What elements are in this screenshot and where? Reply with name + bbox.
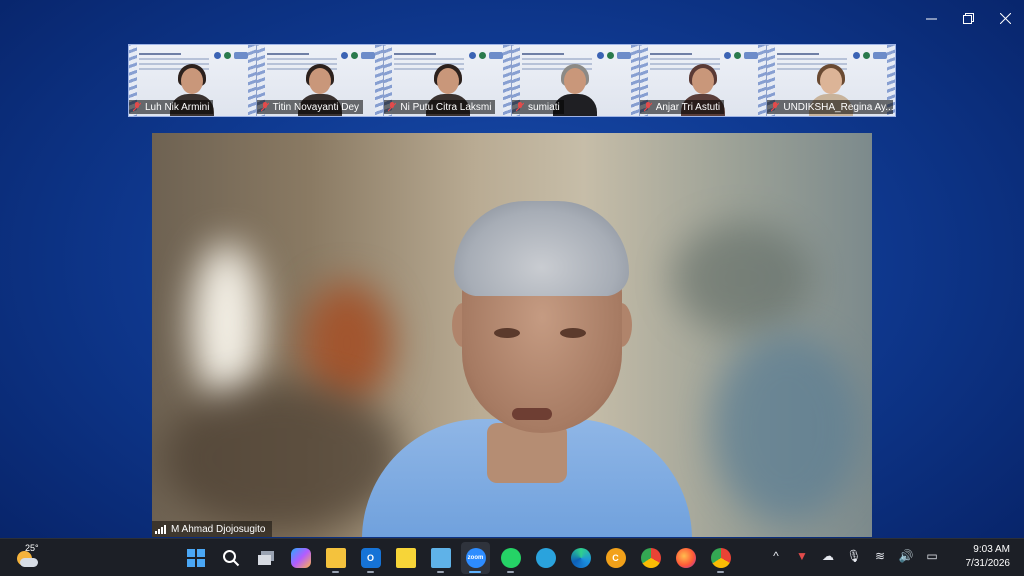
participant-tile[interactable]: Anjar Tri Astuti bbox=[639, 45, 768, 116]
battery-icon[interactable]: ▭ bbox=[924, 549, 940, 563]
start-button[interactable] bbox=[181, 542, 210, 574]
chrome-profile-button[interactable] bbox=[706, 542, 735, 574]
wifi-icon[interactable]: ≋ bbox=[872, 549, 888, 563]
cloud-icon bbox=[20, 558, 38, 567]
speaker-label: M Ahmad Djojosugito bbox=[152, 521, 272, 537]
search-button[interactable] bbox=[216, 542, 245, 574]
microphone-icon[interactable]: 🎙 bbox=[846, 549, 862, 563]
muted-mic-icon bbox=[516, 102, 525, 112]
muted-mic-icon bbox=[260, 102, 269, 112]
system-tray: ^ ▼ ☁ 🎙 ≋ 🔊 ▭ bbox=[768, 549, 940, 563]
background-blur bbox=[712, 333, 862, 523]
sticky-notes-button[interactable] bbox=[391, 542, 420, 574]
participant-strip: Luh Nik Armini Titin Novayanti Dey Ni Pu… bbox=[128, 44, 896, 117]
clock[interactable]: 9:03 AM 7/31/2026 bbox=[966, 543, 1011, 571]
muted-mic-icon bbox=[771, 102, 780, 112]
sticky-notes-icon bbox=[395, 548, 416, 568]
clock-time: 9:03 AM bbox=[973, 544, 1010, 555]
participant-tile[interactable]: Luh Nik Armini bbox=[129, 45, 257, 116]
minimize-button[interactable] bbox=[913, 0, 950, 36]
weather-temp: 25° bbox=[25, 543, 39, 553]
firefox-icon bbox=[675, 548, 696, 568]
participant-name: Luh Nik Armini bbox=[145, 101, 210, 113]
telegram-button[interactable] bbox=[531, 542, 560, 574]
background-blur bbox=[192, 243, 262, 403]
participant-name: sumiati bbox=[528, 101, 560, 113]
event-logos bbox=[724, 52, 759, 59]
close-button[interactable] bbox=[987, 0, 1024, 36]
chrome-button[interactable] bbox=[636, 542, 665, 574]
restore-icon bbox=[963, 12, 974, 24]
task-view-button[interactable] bbox=[251, 542, 280, 574]
participant-name: Titin Novayanti Dey bbox=[272, 101, 359, 113]
copilot-button[interactable] bbox=[286, 542, 315, 574]
clock-date: 7/31/2026 bbox=[965, 558, 1011, 569]
participant-label: sumiati bbox=[512, 100, 564, 114]
file-explorer-icon bbox=[325, 548, 346, 568]
antivirus-icon[interactable]: ▼ bbox=[794, 549, 810, 563]
task-view-icon bbox=[257, 551, 274, 565]
outlook-button[interactable]: O bbox=[356, 542, 385, 574]
weather-widget[interactable]: 25° bbox=[14, 543, 40, 571]
participant-tile[interactable]: Ni Putu Citra Laksmi bbox=[384, 45, 513, 116]
edge-button[interactable] bbox=[566, 542, 595, 574]
file-explorer-button[interactable] bbox=[321, 542, 350, 574]
volume-icon[interactable]: 🔊 bbox=[898, 549, 914, 563]
minimize-icon bbox=[926, 18, 937, 19]
outlook-icon: O bbox=[360, 548, 381, 568]
muted-mic-icon bbox=[388, 102, 397, 112]
participant-name: Ni Putu Citra Laksmi bbox=[400, 101, 492, 113]
zoom-icon: zoom bbox=[465, 548, 486, 568]
participant-tile[interactable]: sumiati bbox=[512, 45, 640, 116]
notepad-icon bbox=[430, 548, 451, 568]
firefox-button[interactable] bbox=[671, 542, 700, 574]
zoom-button[interactable]: zoom bbox=[461, 542, 490, 574]
participant-label: Anjar Tri Astuti bbox=[639, 100, 725, 114]
search-icon bbox=[222, 550, 239, 567]
participant-name: UNDIKSHA_Regina Ay... bbox=[783, 101, 894, 113]
background-blur bbox=[672, 223, 812, 333]
event-logos bbox=[853, 52, 888, 59]
muted-mic-icon bbox=[643, 102, 652, 112]
signal-bars-icon bbox=[155, 524, 166, 534]
window-controls bbox=[913, 0, 1024, 36]
active-speaker-video[interactable]: M Ahmad Djojosugito bbox=[152, 133, 872, 537]
notepad-button[interactable] bbox=[426, 542, 455, 574]
participant-tile[interactable]: Titin Novayanti Dey bbox=[256, 45, 385, 116]
chrome-icon bbox=[640, 548, 661, 568]
event-logos bbox=[469, 52, 504, 59]
cloud-sync-icon[interactable]: ☁ bbox=[820, 549, 836, 563]
windows-start-icon bbox=[186, 549, 205, 567]
cc-app-icon: C bbox=[605, 548, 626, 568]
participant-tile[interactable]: UNDIKSHA_Regina Ay... bbox=[767, 45, 896, 116]
event-logos bbox=[341, 52, 376, 59]
taskbar-apps: O zoom C bbox=[181, 542, 735, 574]
participant-label: Titin Novayanti Dey bbox=[256, 100, 363, 114]
edge-icon bbox=[570, 548, 591, 568]
muted-mic-icon bbox=[133, 102, 141, 112]
close-icon bbox=[1000, 12, 1011, 24]
chrome-profile-icon bbox=[710, 548, 731, 568]
restore-button[interactable] bbox=[950, 0, 987, 36]
participant-label: UNDIKSHA_Regina Ay... bbox=[767, 100, 894, 114]
participant-label: Luh Nik Armini bbox=[129, 100, 214, 114]
participant-name: Anjar Tri Astuti bbox=[655, 101, 721, 113]
telegram-icon bbox=[535, 548, 556, 568]
show-hidden-icons-chevron[interactable]: ^ bbox=[768, 549, 784, 563]
participant-label: Ni Putu Citra Laksmi bbox=[384, 100, 496, 114]
whatsapp-button[interactable] bbox=[496, 542, 525, 574]
event-logos bbox=[596, 52, 631, 59]
copilot-icon bbox=[290, 548, 311, 568]
speaker-figure bbox=[362, 193, 692, 537]
cc-app-button[interactable]: C bbox=[601, 542, 630, 574]
whatsapp-icon bbox=[500, 548, 521, 568]
taskbar: 25° O zoom C ^ ▼ ☁ 🎙 ≋ 🔊 ▭ 9:03 AM 7/31/… bbox=[0, 538, 1024, 576]
speaker-name: M Ahmad Djojosugito bbox=[171, 523, 266, 535]
event-logos bbox=[213, 52, 248, 59]
